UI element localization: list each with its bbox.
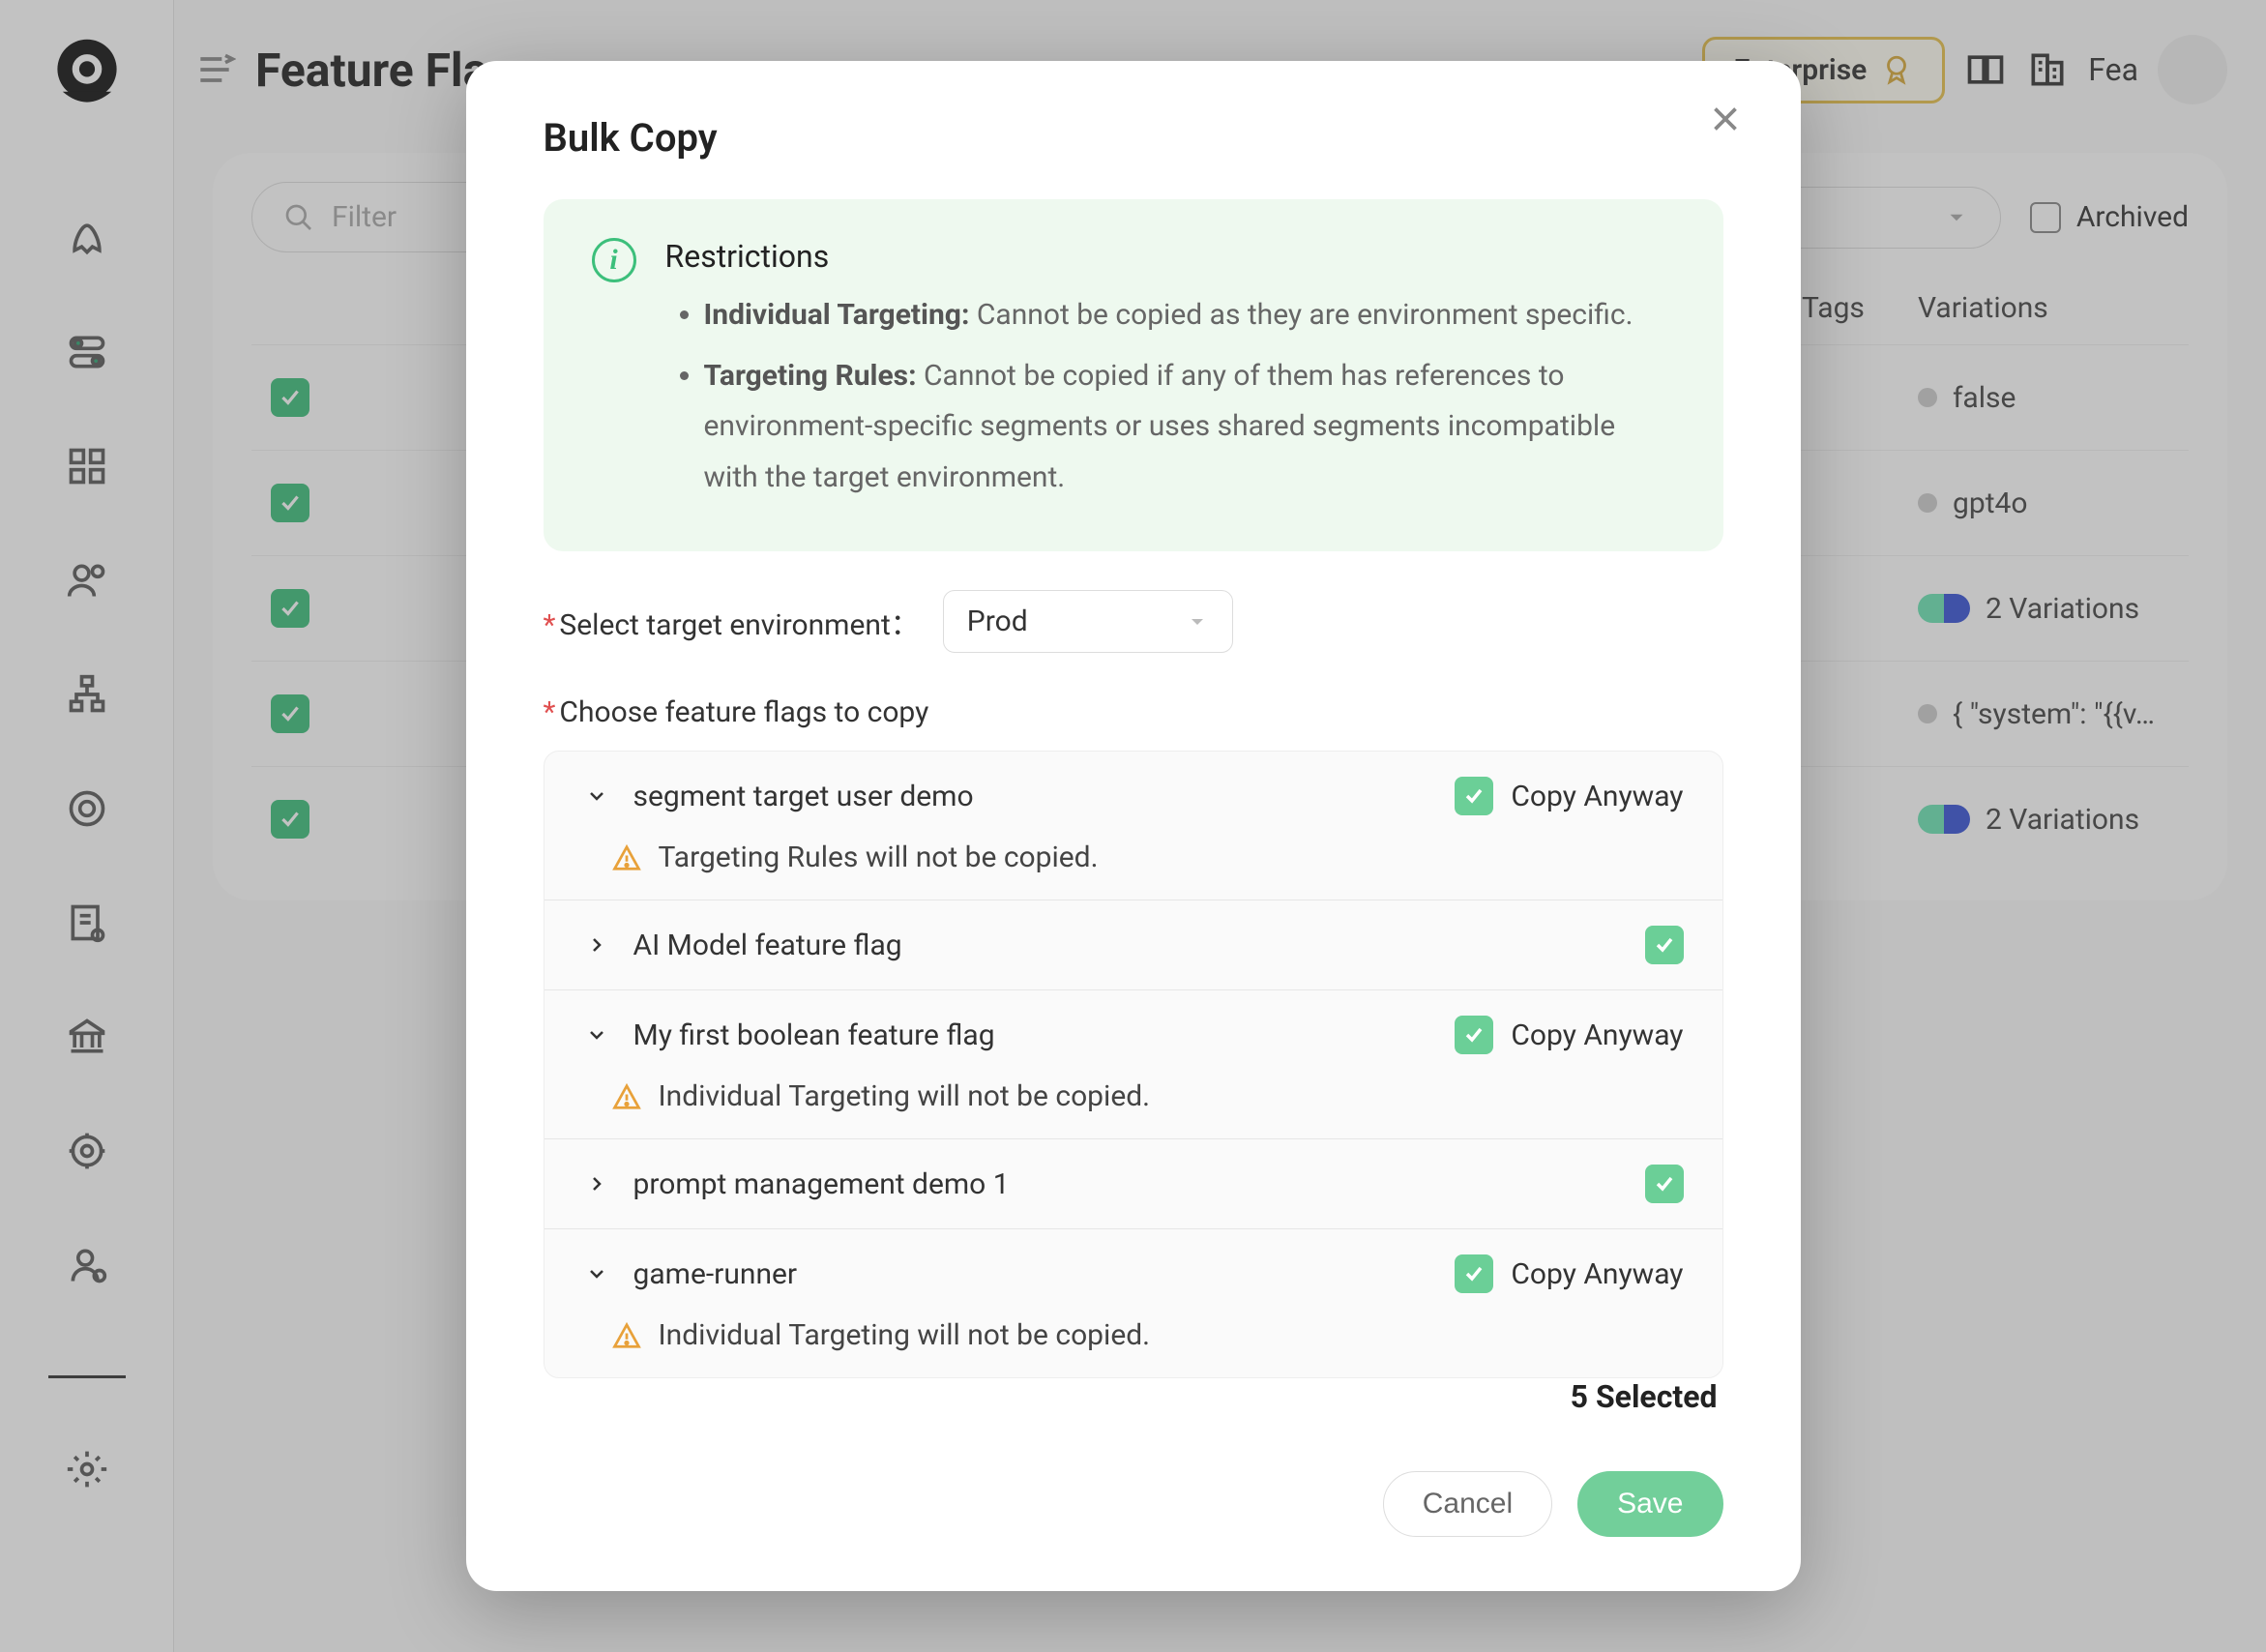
copy-item-checkbox[interactable] [1645, 1165, 1684, 1203]
copy-anyway-checkbox[interactable]: Copy Anyway [1455, 777, 1683, 815]
close-icon[interactable] [1708, 102, 1747, 140]
select-env-row: *Select target environment： Prod [544, 590, 1723, 653]
copy-item-warning: Targeting Rules will not be copied. [544, 841, 1722, 900]
chevron-down-icon[interactable] [583, 1021, 610, 1048]
copy-item: segment target user demo Copy Anyway Tar… [544, 752, 1722, 900]
restrictions-heading: Restrictions [665, 238, 1675, 275]
info-icon: i [592, 238, 636, 282]
bulk-copy-modal: Bulk Copy i Restrictions Individual Targ… [466, 61, 1801, 1591]
copy-item-name: game-runner [633, 1257, 1432, 1291]
copy-item-name: prompt management demo 1 [633, 1167, 1622, 1201]
copy-item-checkbox[interactable] [1645, 926, 1684, 964]
copy-item-name: segment target user demo [633, 780, 1432, 813]
env-select[interactable]: Prod [943, 590, 1233, 653]
chevron-right-icon[interactable] [583, 1170, 610, 1197]
copy-item-warning: Individual Targeting will not be copied. [544, 1318, 1722, 1377]
copy-anyway-label: Copy Anyway [1511, 780, 1683, 813]
save-button[interactable]: Save [1577, 1471, 1722, 1537]
restriction-individual: Individual Targeting: Cannot be copied a… [704, 290, 1675, 341]
copy-anyway-checkbox[interactable]: Copy Anyway [1455, 1254, 1683, 1293]
copy-item-name: My first boolean feature flag [633, 1018, 1432, 1052]
copy-item-name: AI Model feature flag [633, 929, 1622, 962]
selected-count: 5 Selected [1571, 1378, 1718, 1415]
warning-icon [612, 1082, 641, 1111]
chevron-down-icon[interactable] [583, 1260, 610, 1287]
copy-item: prompt management demo 1 [544, 1139, 1722, 1229]
modal-title: Bulk Copy [544, 115, 1723, 161]
copy-item: AI Model feature flag [544, 900, 1722, 990]
copy-anyway-label: Copy Anyway [1511, 1018, 1683, 1052]
copy-anyway-checkbox[interactable]: Copy Anyway [1455, 1016, 1683, 1054]
cancel-button[interactable]: Cancel [1383, 1471, 1552, 1537]
copy-item-warning: Individual Targeting will not be copied. [544, 1079, 1722, 1138]
choose-flags-label: *Choose feature flags to copy [544, 695, 1723, 729]
copy-flags-panel: segment target user demo Copy Anyway Tar… [544, 751, 1723, 1378]
env-selected-value: Prod [967, 605, 1028, 638]
copy-item: game-runner Copy Anyway Individual Targe… [544, 1229, 1722, 1377]
warning-icon [612, 843, 641, 872]
restriction-rules: Targeting Rules: Cannot be copied if any… [704, 351, 1675, 504]
restrictions-panel: i Restrictions Individual Targeting: Can… [544, 199, 1723, 551]
warning-icon [612, 1321, 641, 1350]
chevron-down-icon[interactable] [583, 782, 610, 810]
copy-anyway-label: Copy Anyway [1511, 1257, 1683, 1291]
chevron-right-icon[interactable] [583, 931, 610, 959]
copy-item: My first boolean feature flag Copy Anywa… [544, 990, 1722, 1139]
